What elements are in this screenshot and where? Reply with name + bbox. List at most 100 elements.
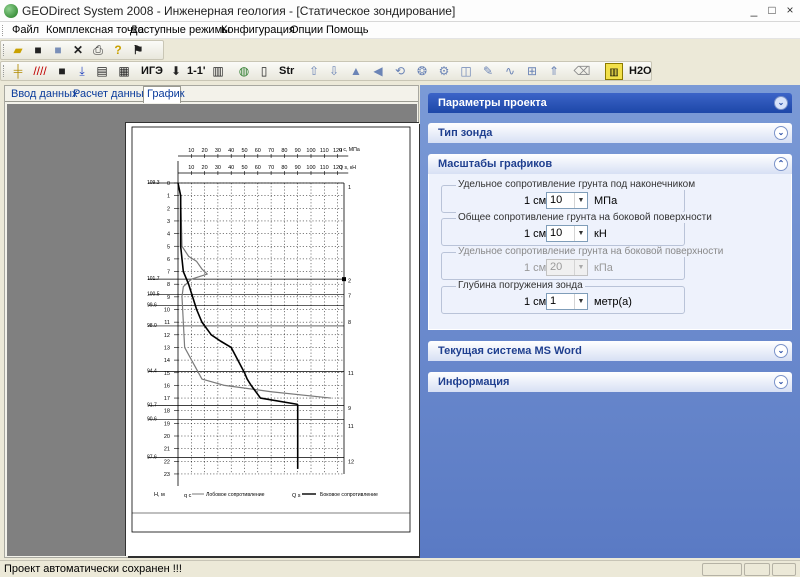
scale-group-side-specific: Удельное сопротивление грунта на боковой…	[441, 246, 726, 280]
tab-graph[interactable]: График	[147, 88, 185, 100]
globe-icon[interactable]: ◍	[235, 63, 253, 80]
str-button[interactable]: Str	[279, 65, 294, 77]
water-level-button[interactable]: H2O	[629, 65, 652, 77]
depth-label: 4	[167, 232, 170, 238]
side-total-scale-select[interactable]: 10 ▼	[546, 225, 588, 242]
tab-strip: Ввод данных Расчет данных График	[5, 86, 418, 103]
elevation-label: 91.7	[147, 403, 157, 409]
elevation-label: 109.3	[147, 180, 160, 186]
curve-icon[interactable]: ∿	[501, 63, 519, 80]
scale-unit: метр(а)	[594, 296, 632, 308]
qs-side-resistance-line	[177, 182, 332, 399]
move-up-icon[interactable]: ⇧	[305, 63, 323, 80]
depth-label: 8	[167, 282, 170, 288]
footer-qs-label: Q s	[292, 493, 301, 499]
section-button[interactable]: 1-1'	[187, 65, 206, 77]
cpt-chart: 10 20 30 40 50 60 70 80 90 100 110 12010 20 30 40 50 60 7…	[131, 126, 411, 533]
qs-scale-label: 50	[241, 165, 247, 171]
menu-help[interactable]: Помощь	[326, 24, 369, 36]
layer-number: 11	[348, 371, 354, 377]
depth-label: 13	[164, 345, 170, 351]
depth-scale-select[interactable]: 1 ▼	[546, 293, 588, 310]
rotate-icon[interactable]: ⟲	[391, 63, 409, 80]
table-icon[interactable]: ▥	[209, 63, 227, 80]
elevation-label: 90.6	[147, 417, 157, 423]
minimize-button[interactable]: _	[746, 3, 762, 18]
depth-label: 1	[167, 194, 170, 200]
status-panel-3	[772, 563, 796, 576]
ruler-icon[interactable]: ▥	[605, 63, 623, 80]
delete-icon[interactable]: ✕	[69, 42, 87, 59]
to-left-icon[interactable]: ◀	[369, 63, 387, 80]
main-toolbar: ▰ ■ ■ ✕ ⎙ ? ⚑	[0, 40, 164, 60]
to-top-icon[interactable]: ▲	[347, 63, 365, 80]
dropdown-arrow-icon: ▼	[574, 260, 587, 275]
panel-project-params[interactable]: Параметры проекта ⌄	[428, 93, 792, 113]
arrow-down-icon[interactable]: ⬇	[167, 63, 185, 80]
chevron-down-icon[interactable]: ⌄	[774, 375, 788, 389]
context-help-icon[interactable]: ⚑	[129, 42, 147, 59]
depth-label: 7	[167, 270, 170, 276]
qc-scale-unit: q c, МПа	[339, 147, 360, 153]
help-icon[interactable]: ?	[109, 42, 127, 59]
qs-scale-label: 60	[255, 165, 261, 171]
move-down-icon[interactable]: ⇩	[325, 63, 343, 80]
close-button[interactable]: ×	[782, 3, 798, 18]
depth-label: 18	[164, 409, 170, 415]
depth-label: 9	[167, 295, 170, 301]
open-folder-icon[interactable]: ▰	[9, 42, 27, 59]
scale-group-side-total: Общее сопротивление грунта на боковой по…	[441, 212, 714, 246]
menu-available-modes[interactable]: Доступные режимы	[130, 24, 230, 36]
group-label: Удельное сопротивление грунта под наконе…	[456, 179, 698, 190]
print-icon[interactable]: ⎙	[89, 42, 107, 59]
ige-button[interactable]: ИГЭ	[141, 65, 163, 77]
qc-scale-label: 50	[241, 148, 247, 154]
save-as-icon[interactable]: ■	[49, 42, 67, 59]
depth-label: 5	[167, 244, 170, 250]
menu-grip	[2, 25, 5, 36]
save-icon[interactable]: ■	[29, 42, 47, 59]
group-label: Общее сопротивление грунта на боковой по…	[456, 212, 714, 223]
scale-unit: МПа	[594, 195, 618, 207]
panel-ms-word[interactable]: Текущая система MS Word ⌄	[428, 341, 792, 361]
menu-configuration[interactable]: Конфигурация	[221, 24, 295, 36]
chevron-down-icon[interactable]: ⌄	[774, 344, 788, 358]
qs-scale-unit: Q s, кН	[339, 165, 356, 171]
tip-resistance-scale-select[interactable]: 10 ▼	[546, 192, 588, 209]
dropdown-arrow-icon[interactable]: ▼	[574, 226, 587, 241]
probe-icon[interactable]: ╪	[9, 63, 27, 80]
panel-information[interactable]: Информация ⌄	[428, 372, 792, 392]
pencil-icon[interactable]: ✎	[479, 63, 497, 80]
black-square-icon[interactable]: ■	[53, 63, 71, 80]
menu-options[interactable]: Опции	[290, 24, 323, 36]
footer-right-legend: Боковое сопротивление	[320, 492, 378, 498]
tab-calc-data[interactable]: Расчет данных	[73, 88, 149, 100]
panel-chart-scales[interactable]: Масштабы графиков ⌃	[428, 154, 792, 174]
maximize-button[interactable]: □	[764, 3, 780, 18]
chevron-down-icon[interactable]: ⌄	[774, 126, 788, 140]
combo-value: 10	[550, 227, 563, 239]
menu-file[interactable]: Файл	[12, 24, 39, 36]
status-message: Проект автоматически сохранен !!!	[4, 563, 182, 575]
qs-scale-label: 100	[306, 165, 315, 171]
panel-probe-type[interactable]: Тип зонда ⌄	[428, 123, 792, 143]
gear-icon[interactable]: ⚙	[435, 63, 453, 80]
chevron-down-icon[interactable]: ⌄	[774, 96, 788, 110]
layers-icon[interactable]: ❂	[413, 63, 431, 80]
depth-label: 16	[164, 383, 170, 389]
qc-scale-label: 30	[215, 148, 221, 154]
book-icon[interactable]: ▯	[255, 63, 273, 80]
eraser-icon[interactable]: ⌫	[573, 63, 591, 80]
cube-icon[interactable]: ◫	[457, 63, 475, 80]
grid-icon[interactable]: ⊞	[523, 63, 541, 80]
chart-window-icon[interactable]: ▦	[115, 63, 133, 80]
tab-input-data[interactable]: Ввод данных	[11, 88, 78, 100]
dropdown-arrow-icon[interactable]: ▼	[574, 294, 587, 309]
arrow-up-icon[interactable]: ⇑	[545, 63, 563, 80]
panel-title: Текущая система MS Word	[438, 345, 582, 357]
download-icon[interactable]: ⤓	[73, 63, 91, 80]
list-icon[interactable]: ▤	[93, 63, 111, 80]
dropdown-arrow-icon[interactable]: ▼	[574, 193, 587, 208]
hatch-icon[interactable]: ////	[31, 63, 49, 80]
chevron-up-icon[interactable]: ⌃	[774, 157, 788, 171]
